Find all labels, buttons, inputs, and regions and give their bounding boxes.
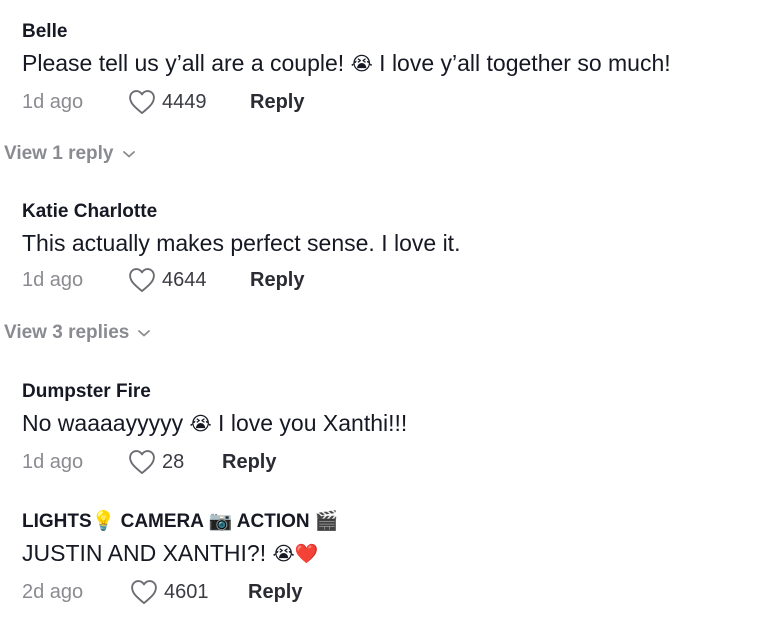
heart-outline-icon bbox=[128, 89, 156, 115]
like-button[interactable]: 4601 bbox=[130, 579, 209, 605]
comment-text: JUSTIN AND XANTHI?! 😭❤️ bbox=[22, 538, 762, 570]
comment-text-part: I love you Xanthi!!! bbox=[211, 410, 408, 436]
comment-item: LIGHTS💡 CAMERA 📷 ACTION 🎬 JUSTIN AND XAN… bbox=[22, 510, 762, 607]
heart-outline-icon bbox=[130, 579, 158, 605]
like-count: 4644 bbox=[162, 268, 207, 291]
comment-meta: 1d ago 28 Reply bbox=[22, 449, 762, 477]
comment-username[interactable]: Katie Charlotte bbox=[22, 200, 762, 224]
crying-heart-emoji: 😭❤️ bbox=[272, 544, 319, 565]
crying-emoji: 😭 bbox=[350, 54, 373, 75]
like-button[interactable]: 4449 bbox=[128, 89, 207, 115]
chevron-down-icon bbox=[122, 149, 136, 159]
comment-text-part: Please tell us y’all are a couple! bbox=[22, 50, 351, 76]
comment-username[interactable]: LIGHTS💡 CAMERA 📷 ACTION 🎬 bbox=[22, 510, 762, 534]
comment-text-part: I love y’all together so much! bbox=[372, 50, 671, 76]
like-button[interactable]: 28 bbox=[128, 449, 184, 475]
comment-age: 1d ago bbox=[22, 451, 84, 473]
like-count: 4601 bbox=[164, 580, 209, 603]
comment-age: 1d ago bbox=[22, 91, 84, 113]
comment-meta: 1d ago 4644 Reply bbox=[22, 267, 762, 295]
reply-button[interactable]: Reply bbox=[222, 451, 276, 474]
reply-button[interactable]: Reply bbox=[250, 269, 304, 292]
view-replies-button[interactable]: View 1 reply bbox=[4, 143, 136, 165]
comment-item: Katie Charlotte This actually makes perf… bbox=[22, 200, 762, 295]
comment-text-part: JUSTIN AND XANTHI?! bbox=[22, 540, 273, 566]
crying-emoji: 😭 bbox=[189, 414, 212, 435]
heart-outline-icon bbox=[128, 267, 156, 293]
view-replies-label: View 3 replies bbox=[4, 322, 130, 343]
comment-text-part: This actually makes perfect sense. I lov… bbox=[22, 230, 461, 256]
comment-text: No waaaayyyyy 😭 I love you Xanthi!!! bbox=[22, 408, 762, 440]
comment-text: Please tell us y’all are a couple! 😭 I l… bbox=[22, 48, 762, 80]
comment-age: 2d ago bbox=[22, 581, 84, 603]
like-button[interactable]: 4644 bbox=[128, 267, 207, 293]
comment-text-part: No waaaayyyyy bbox=[22, 410, 190, 436]
comment-text: This actually makes perfect sense. I lov… bbox=[22, 228, 762, 258]
comment-username[interactable]: Dumpster Fire bbox=[22, 380, 762, 404]
comment-item: Dumpster Fire No waaaayyyyy 😭 I love you… bbox=[22, 380, 762, 477]
view-replies-button[interactable]: View 3 replies bbox=[4, 322, 151, 344]
like-count: 28 bbox=[162, 450, 185, 473]
comment-item: Belle Please tell us y’all are a couple!… bbox=[22, 20, 762, 117]
chevron-down-icon bbox=[137, 328, 151, 338]
comment-age: 1d ago bbox=[22, 269, 84, 291]
comment-username[interactable]: Belle bbox=[22, 20, 762, 44]
reply-button[interactable]: Reply bbox=[248, 581, 302, 604]
comment-meta: 1d ago 4449 Reply bbox=[22, 89, 762, 117]
heart-outline-icon bbox=[128, 449, 156, 475]
comment-meta: 2d ago 4601 Reply bbox=[22, 579, 762, 607]
like-count: 4449 bbox=[162, 90, 207, 113]
view-replies-label: View 1 reply bbox=[4, 143, 114, 164]
reply-button[interactable]: Reply bbox=[250, 91, 304, 114]
